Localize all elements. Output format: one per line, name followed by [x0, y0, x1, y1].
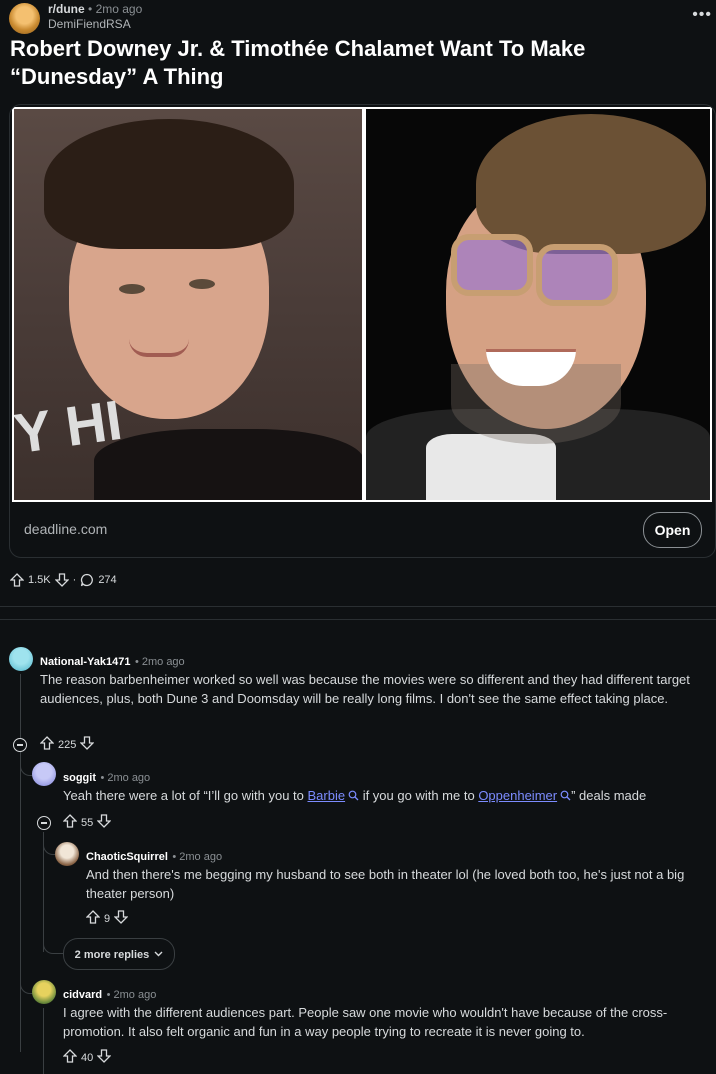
comment-count: 274 [98, 574, 117, 586]
comment-score: 40 [81, 1051, 94, 1064]
photo-left: Y HI [14, 109, 362, 500]
thread-line[interactable] [20, 752, 21, 1052]
upvote-icon[interactable] [39, 736, 55, 753]
avatar[interactable] [32, 762, 56, 786]
post-title: Robert Downey Jr. & Timothée Chalamet Wa… [10, 36, 586, 89]
upvote-icon[interactable] [85, 910, 101, 927]
comment-header: cidvard • 2mo ago [63, 985, 156, 1003]
comment-header: National-Yak1471 • 2mo ago [40, 652, 185, 670]
post-author[interactable]: DemiFiendRSA [48, 17, 131, 31]
downvote-icon[interactable] [54, 573, 69, 587]
comment-score: 9 [104, 912, 111, 925]
glasses-lens [536, 244, 618, 306]
comment-actions: 9 [85, 910, 129, 927]
comment-body: I agree with the different audiences par… [63, 1005, 668, 1039]
search-link-label: Barbie [307, 788, 346, 803]
collapse-thread-icon[interactable] [13, 738, 27, 752]
search-icon [560, 787, 571, 806]
subreddit-meta: r/dune • 2mo ago [48, 2, 142, 16]
comment-icon[interactable] [80, 573, 94, 587]
comment-time: • 2mo ago [106, 989, 157, 1001]
ellipsis-icon[interactable]: ••• [692, 6, 712, 24]
search-link-barbie[interactable]: Barbie [308, 788, 360, 803]
comment-author[interactable]: ChaoticSquirrel [86, 851, 168, 863]
comment-time: • 2mo ago [172, 851, 223, 863]
comment-author[interactable]: soggit [63, 772, 96, 784]
comment-header: ChaoticSquirrel • 2mo ago [86, 847, 222, 865]
search-icon [348, 787, 359, 806]
more-replies-button[interactable]: 2 more replies [63, 938, 175, 970]
comment-body: Yeah there were a lot of “I’ll go with y… [63, 786, 703, 806]
chevron-down-icon [154, 939, 163, 969]
downvote-icon[interactable] [96, 814, 112, 831]
hair-shape [476, 114, 706, 254]
comment-body: And then there's me begging my husband t… [86, 867, 685, 901]
post-score: 1.5K [28, 574, 51, 586]
comment-score: 55 [81, 816, 94, 829]
thread-line[interactable] [20, 674, 21, 738]
comment-text: ” deals made [571, 788, 647, 803]
thread-line[interactable] [43, 1008, 44, 1074]
meta-separator: • [88, 2, 93, 16]
link-card[interactable]: Y HI [9, 104, 716, 558]
comment-actions: 40 [62, 1049, 112, 1066]
upvote-icon[interactable] [62, 814, 78, 831]
search-link-label: Oppenheimer [478, 788, 558, 803]
comment-time: • 2mo ago [134, 656, 185, 668]
link-domain[interactable]: deadline.com [24, 521, 107, 537]
eye-shape [189, 279, 215, 289]
open-link-button[interactable]: Open [643, 512, 702, 548]
upvote-icon[interactable] [10, 573, 24, 587]
avatar[interactable] [32, 980, 56, 1004]
comment-header: soggit • 2mo ago [63, 768, 150, 786]
subreddit-avatar[interactable] [9, 3, 40, 34]
search-link-oppenheimer[interactable]: Oppenheimer [478, 788, 571, 803]
comment-body: The reason barbenheimer worked so well w… [40, 672, 690, 706]
avatar[interactable] [55, 842, 79, 866]
thread-branch [43, 935, 64, 954]
downvote-icon[interactable] [79, 736, 95, 753]
comment-score: 225 [58, 738, 77, 751]
upvote-icon[interactable] [62, 1049, 78, 1066]
action-separator: · [72, 574, 77, 586]
comment-actions: 225 [39, 736, 95, 753]
divider [0, 619, 716, 620]
shirt-shape [94, 429, 362, 500]
comment-text: Yeah there were a lot of “I’ll go with y… [63, 788, 308, 803]
subreddit-name[interactable]: r/dune [48, 2, 85, 16]
post-thumbnail[interactable]: Y HI [12, 107, 712, 502]
collapse-thread-icon[interactable] [37, 816, 51, 830]
avatar[interactable] [9, 647, 33, 671]
photo-right [366, 109, 710, 500]
comment-time: • 2mo ago [100, 772, 151, 784]
post-actions: 1.5K · 274 [10, 571, 117, 589]
more-replies-label: 2 more replies [74, 949, 150, 961]
mouth-shape [129, 339, 189, 357]
comment-actions: 55 [62, 814, 112, 831]
divider [0, 606, 716, 607]
downvote-icon[interactable] [96, 1049, 112, 1066]
glasses-lens [451, 234, 533, 296]
hair-shape [44, 119, 294, 249]
downvote-icon[interactable] [113, 910, 129, 927]
comment-author[interactable]: National-Yak1471 [40, 656, 131, 668]
comment-author[interactable]: cidvard [63, 989, 102, 1001]
post-time: 2mo ago [95, 2, 143, 16]
comment-text: if you go with me to [359, 788, 479, 803]
eye-shape [119, 284, 145, 294]
